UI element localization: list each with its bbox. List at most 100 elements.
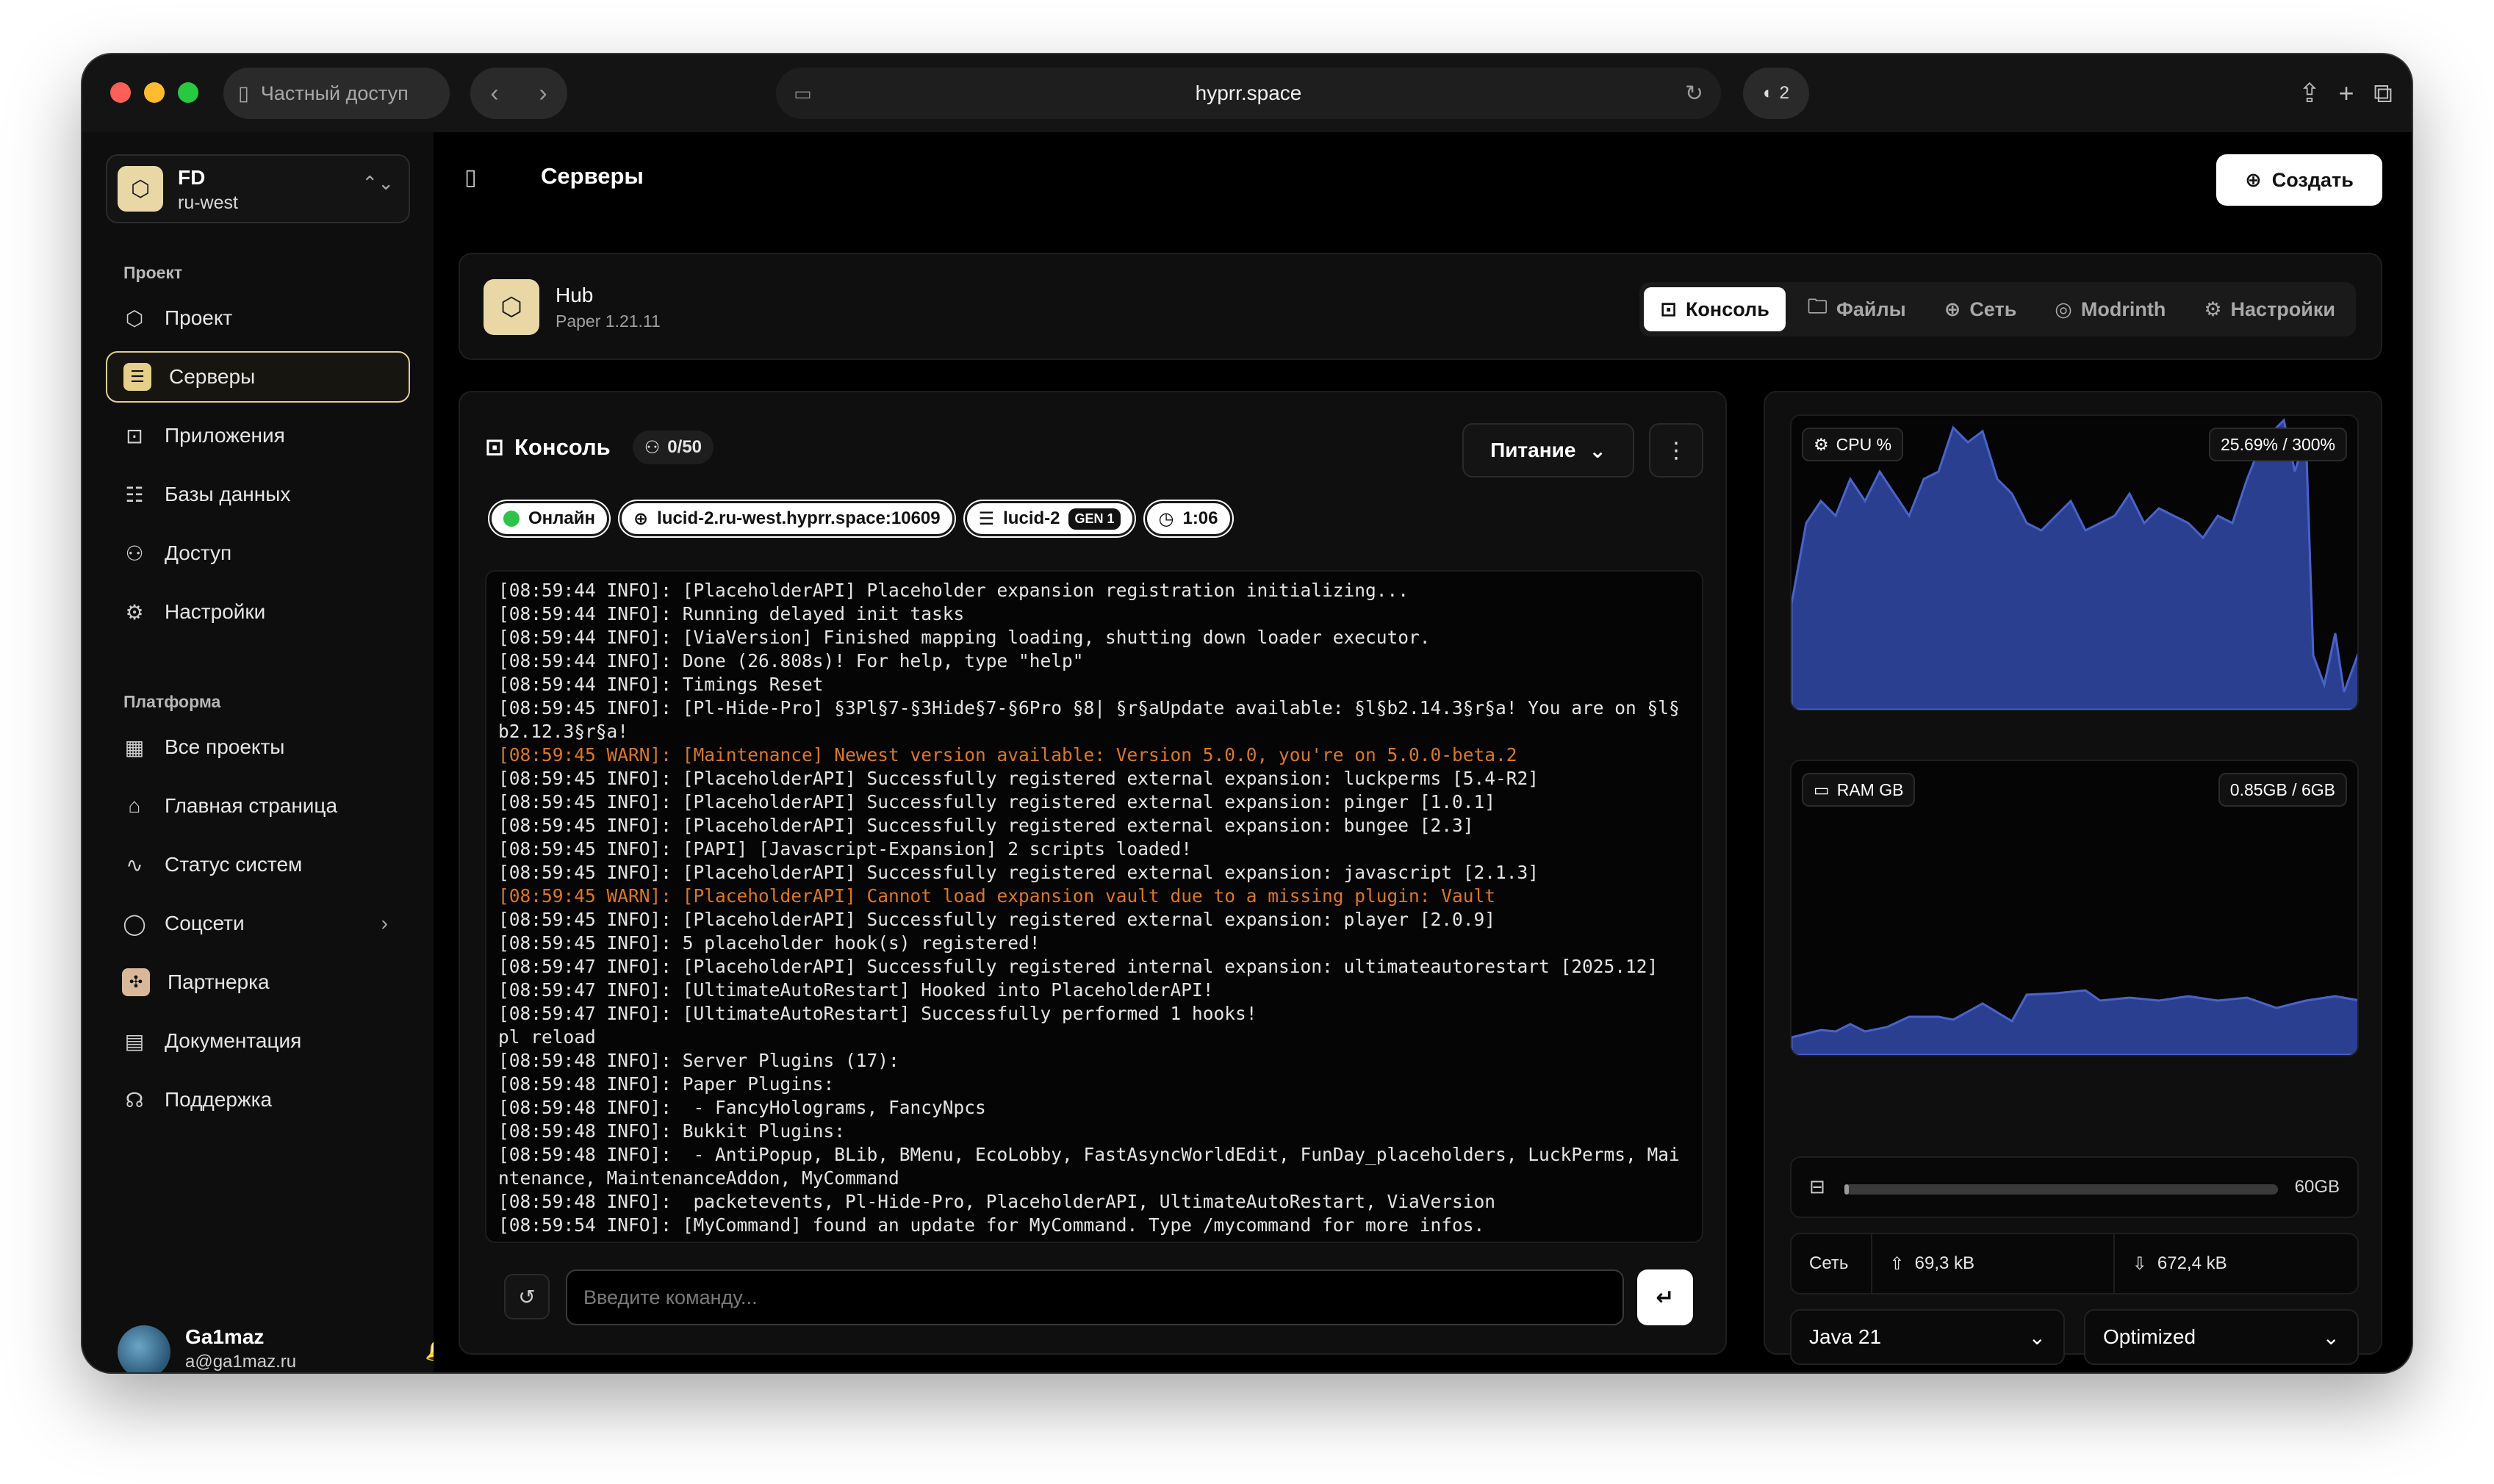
java-version-value: Java 21 [1809,1325,1882,1348]
online-dot [503,511,520,527]
address-badge[interactable]: ⊕ lucid-2.ru-west.hyprr.space:10609 [619,501,955,536]
memory-icon: ▭ [1814,779,1830,799]
console-line: [08:59:45 INFO]: [PAPI] [Javascript-Expa… [498,838,1193,860]
zoom-window-button[interactable] [178,82,198,103]
console-line: [08:59:47 INFO]: [PlaceholderAPI] Succes… [498,956,1659,977]
tab-console[interactable]: ⊡ Консоль [1644,287,1786,331]
tab-label: Файлы [1836,298,1906,320]
section-label-platform: Платформа [123,692,221,711]
sidebar-item-partners[interactable]: ✣ Партнерка [106,957,410,1008]
cube-icon: ⬡ [484,279,539,335]
private-mode-pill[interactable]: ▯ Частный доступ [223,68,450,119]
history-icon[interactable]: ↺ [504,1274,550,1319]
player-count: 0/50 [667,437,702,457]
network-upload: ⇧ 69,3 kB [1872,1234,2115,1293]
shield-count: 2 [1779,83,1789,103]
disk-size: 60GB [2294,1177,2340,1197]
console-line: [08:59:44 INFO]: Running delayed init ta… [498,603,965,624]
tab-modrinth[interactable]: ◎ Modrinth [2038,287,2182,331]
sidebar-item-label: Статус систем [165,853,303,876]
cpu-value-tag: 25.69% / 300% [2208,428,2347,461]
sidebar-collapse-icon[interactable]: ▯ [464,165,477,190]
folder-icon: 🗀 [1807,295,1828,317]
cpu-label-tag: ⚙ CPU % [1802,428,1904,461]
shield-icon: ◐ [1763,83,1774,103]
users-icon: ⚇ [125,541,144,565]
console-line: [08:59:45 INFO]: [PlaceholderAPI] Succes… [498,768,1539,789]
sidebar-item-project[interactable]: ⬡ Проект [106,292,410,344]
partner-icon: ✣ [122,968,150,996]
tab-settings[interactable]: ⚙ Настройки [2188,287,2351,331]
disk-usage: ⊟ 60GB [1790,1156,2359,1218]
console-line: [08:59:48 INFO]: Server Plugins (17): [498,1050,899,1071]
address-bar[interactable]: ▭ hyprr.space ↻ [776,68,1721,119]
org-switcher[interactable]: ⬡ FD ru-west ⌃⌄ [106,154,410,223]
jvm-profile-select[interactable]: Optimized ⌄ [2084,1309,2359,1365]
tab-network[interactable]: ⊕ Сеть [1928,287,2033,331]
sidebar-item-status[interactable]: ∿ Статус систем [106,839,410,890]
chevron-right-icon: › [381,912,388,934]
console-line: [08:59:45 WARN]: [PlaceholderAPI] Cannot… [498,885,1496,907]
console-title: Консоль [514,434,611,460]
jvm-profile-value: Optimized [2103,1325,2196,1348]
sidebar-item-settings[interactable]: ⚙ Настройки [106,586,410,638]
ram-value-tag: 0.85GB / 6GB [2218,773,2347,807]
chevron-down-icon: ⌄ [1589,439,1606,462]
reload-icon[interactable]: ↻ [1685,81,1703,107]
console-line: [08:59:48 INFO]: - FancyHolograms, Fancy… [498,1097,986,1118]
main-content: ▯ Серверы ⊕ Создать ⬡ Hub Paper 1.21.11 … [434,132,2412,1372]
java-version-select[interactable]: Java 21 ⌄ [1790,1309,2065,1365]
browser-titlebar: ▯ Частный доступ ‹ › ▭ hyprr.space ↻ ◐ 2… [82,54,2412,132]
console-line: [08:59:48 INFO]: Bukkit Plugins: [498,1120,846,1142]
tabs-overview-icon[interactable]: ⧉ [2363,73,2403,113]
console-line: pl reload [498,1026,596,1048]
console-line: [08:59:47 INFO]: [UltimateAutoRestart] H… [498,979,1214,1001]
nav-buttons: ‹ › [470,68,567,119]
avatar [118,1325,170,1372]
sidebar-item-access[interactable]: ⚇ Доступ [106,527,410,579]
ram-label-tag: ▭ RAM GB [1802,773,1916,807]
command-input[interactable] [566,1269,1624,1325]
terminal-icon: ⊡ [126,424,143,447]
minimize-window-button[interactable] [144,82,165,103]
server-icon: ☰ [123,363,151,391]
back-icon[interactable]: ‹ [490,79,498,108]
console-line: [08:59:45 INFO]: [PlaceholderAPI] Succes… [498,862,1539,883]
sidebar-item-docs[interactable]: ▤ Документация [106,1015,410,1067]
chevron-updown-icon: ⌃⌄ [362,172,394,194]
chip-icon: ⚙ [1814,434,1829,454]
command-row: ↺ ↵ [485,1258,1703,1334]
sidebar-item-databases[interactable]: ☷ Базы данных [106,469,410,520]
power-dropdown[interactable]: Питание ⌄ [1462,423,1634,478]
more-options-icon[interactable]: ⋮ [1649,423,1703,478]
create-button-label: Создать [2271,168,2354,191]
sidebar-item-home[interactable]: ⌂ Главная страница [106,780,410,832]
sidebar-item-servers[interactable]: ☰ Серверы [106,351,410,403]
create-button[interactable]: ⊕ Создать [2216,154,2382,206]
globe-icon: ⊕ [633,508,649,529]
console-line: [08:59:44 INFO]: Done (26.808s)! For hel… [498,650,1084,671]
enter-icon[interactable]: ↵ [1637,1269,1693,1325]
privacy-shield[interactable]: ◐ 2 [1743,68,1809,119]
console-line: [08:59:45 INFO]: [PlaceholderAPI] Succes… [498,815,1474,836]
cube-icon: ⬡ [125,306,144,330]
sidebar-item-socials[interactable]: ◯ Соцсети › [106,898,410,949]
sidebar-item-label: Базы данных [165,483,291,505]
tab-files[interactable]: 🗀 Файлы [1792,287,1922,331]
sidebar-item-all-projects[interactable]: ▦ Все проекты [106,721,410,773]
page-menu-icon[interactable]: ▭ [794,82,812,105]
sidebar-item-apps[interactable]: ⊡ Приложения [106,410,410,461]
forward-icon[interactable]: › [539,79,547,108]
close-window-button[interactable] [110,82,131,103]
sidebar-item-support[interactable]: ☊ Поддержка [106,1074,410,1125]
new-tab-icon[interactable]: + [2326,73,2366,113]
power-label: Питание [1490,439,1576,461]
tab-label: Сеть [1969,298,2017,320]
cpu-label: CPU % [1836,434,1892,454]
terminal-icon: ⊡ [485,434,504,460]
share-icon[interactable]: ⇪ [2290,73,2329,113]
server-header: ⬡ Hub Paper 1.21.11 ⊡ Консоль 🗀 Файлы ⊕ … [459,253,2382,360]
doc-icon: ▤ [124,1029,145,1053]
console-log[interactable]: [08:59:44 INFO]: [PlaceholderAPI] Placeh… [485,570,1703,1243]
section-label-project: Проект [123,263,183,282]
